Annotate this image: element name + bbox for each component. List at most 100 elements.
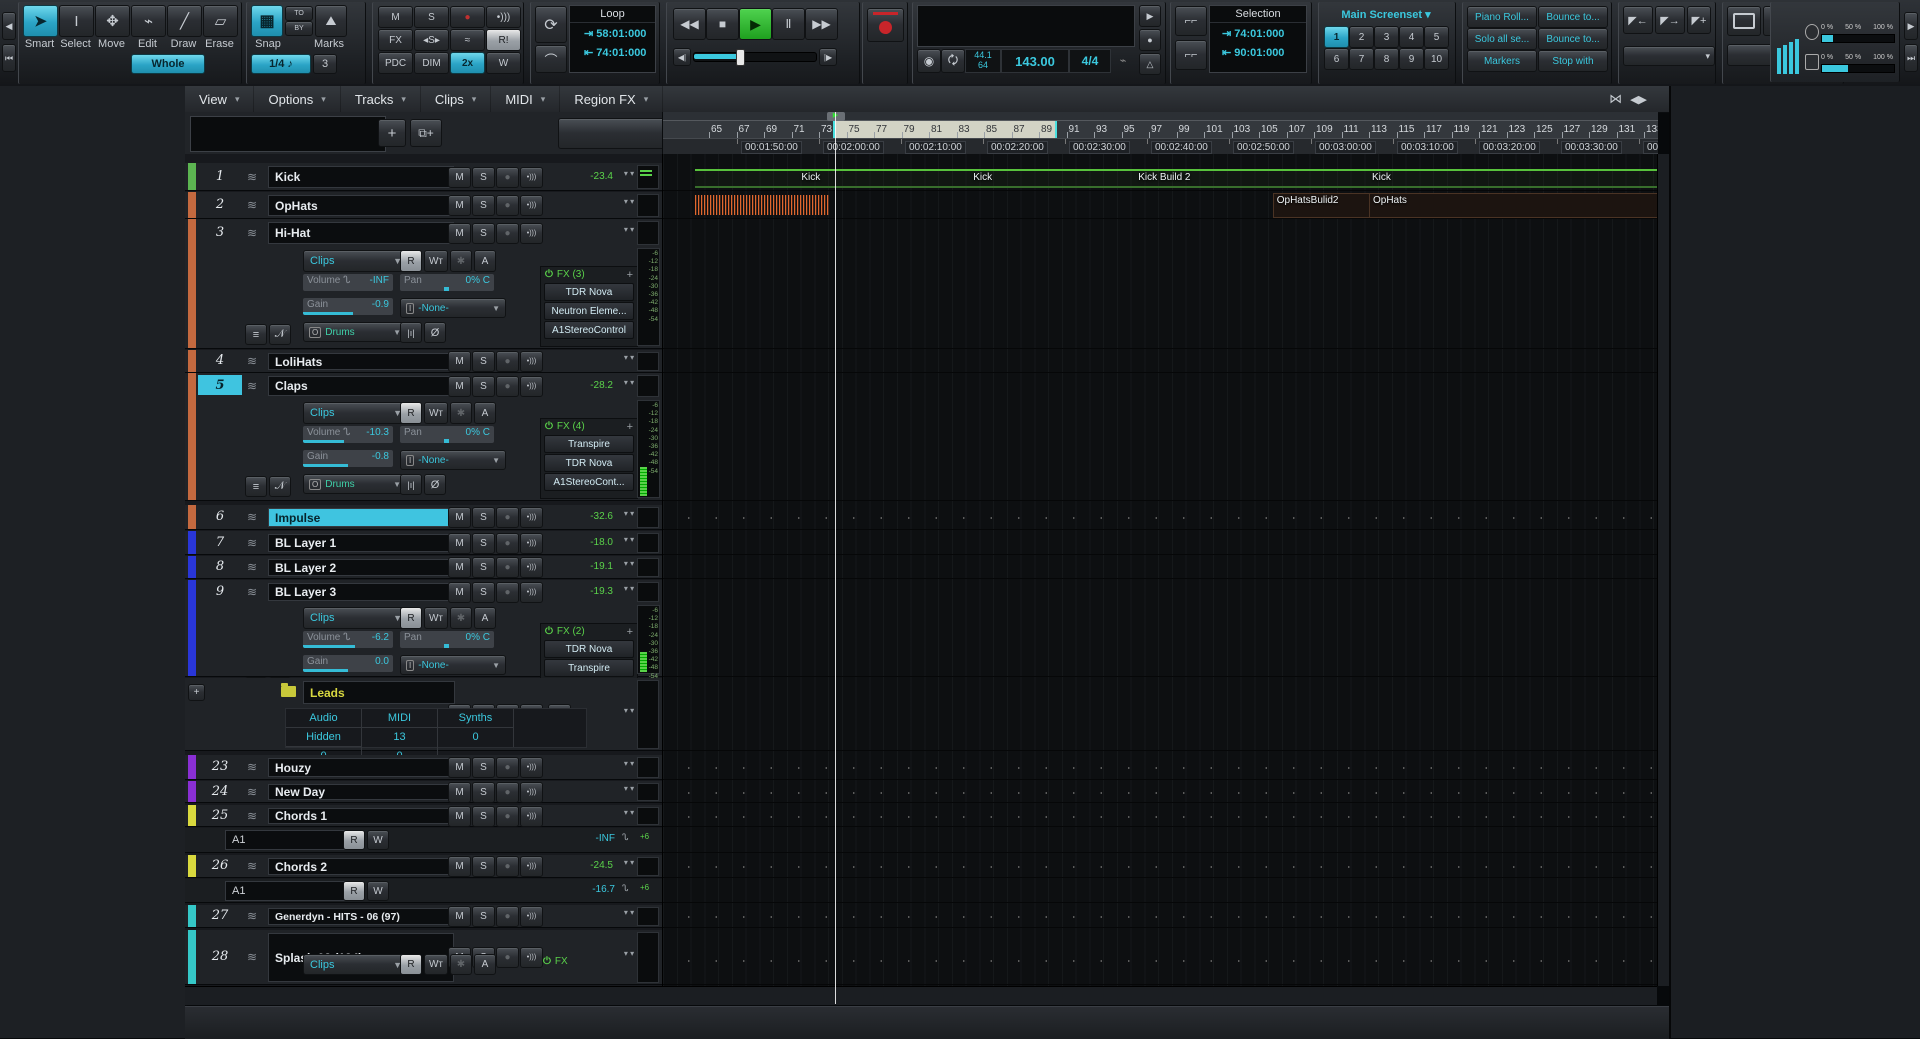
screenset-button-2[interactable]: 2 — [1349, 26, 1374, 48]
screenset-button-9[interactable]: 9 — [1399, 48, 1424, 70]
transport-position-slider[interactable] — [693, 52, 817, 62]
folder-expand-button[interactable]: + — [188, 684, 205, 701]
track-solo-button[interactable]: S — [472, 533, 495, 554]
clips-dropdown[interactable]: Clips▼ — [303, 402, 409, 424]
track-number[interactable]: 1 — [198, 165, 242, 187]
automation-read-button[interactable]: R — [400, 954, 422, 975]
autofade-arrows-icon[interactable]: ◀▶ — [1630, 93, 1647, 106]
track-number[interactable]: 24 — [198, 783, 242, 799]
track-solo-button[interactable]: S — [472, 582, 495, 603]
screenset-button-8[interactable]: 8 — [1374, 48, 1399, 70]
add-track-button[interactable]: + — [378, 119, 406, 147]
track-record-button[interactable]: ● — [496, 557, 519, 578]
ruler-smpte-row[interactable]: 00:01:50:0000:02:00:0000:02:10:0000:02:2… — [663, 138, 1658, 154]
track-record-button[interactable]: ● — [496, 806, 519, 827]
automation-lane-row[interactable]: A1RWᔐ-INF+6 — [185, 828, 662, 853]
fx-add-icon[interactable]: + — [627, 626, 633, 638]
track-name-box[interactable]: Chords 1 — [268, 808, 454, 824]
fx-power-icon[interactable]: ⏻ — [545, 421, 553, 432]
track-record-button[interactable]: ● — [496, 376, 519, 397]
track-name-box[interactable]: Impulse — [268, 508, 454, 527]
track-audition-button[interactable]: •))) — [520, 507, 543, 528]
track-collapse-arrows[interactable]: ▾ ▾ — [622, 950, 636, 957]
playhead-cursor[interactable] — [835, 112, 836, 1004]
waveform-view-button[interactable]: |ı| — [400, 322, 422, 343]
track-mute-button[interactable]: M — [448, 557, 471, 578]
play-marker-icon[interactable]: ▶ — [827, 112, 845, 121]
menu-tracks[interactable]: Tracks▾ — [341, 86, 421, 112]
screenset-button-3[interactable]: 3 — [1374, 26, 1399, 48]
scroll-right-end-icon[interactable]: ⏭ — [1904, 44, 1918, 72]
track-number[interactable]: 4 — [198, 352, 242, 369]
clip-Kick[interactable]: Kick — [970, 169, 1135, 188]
crossfade-icon[interactable]: ⋈ — [1609, 91, 1622, 107]
track-number[interactable]: 26 — [198, 857, 242, 874]
tool-button-edit[interactable]: ⌁ — [131, 5, 166, 37]
tool-button-erase[interactable]: ▱ — [203, 5, 238, 37]
track-audition-button[interactable]: •))) — [520, 195, 543, 216]
track-record-button[interactable]: ● — [496, 856, 519, 877]
menu-view[interactable]: View▾ — [185, 86, 254, 112]
clip-OpHatsBulid2[interactable]: OpHatsBulid2 — [1273, 193, 1371, 218]
track-number[interactable]: 3 — [198, 221, 242, 243]
track-number[interactable]: 6 — [198, 507, 242, 526]
menu-midi[interactable]: MIDI▾ — [491, 86, 560, 112]
track-mute-button[interactable]: M — [448, 533, 471, 554]
fx-power-icon[interactable]: ⏻ — [543, 956, 551, 967]
lane-read-button[interactable]: R — [343, 830, 365, 850]
custom-button-3[interactable]: Bounce to... — [1538, 28, 1608, 50]
fx-add-icon[interactable]: + — [627, 421, 633, 433]
nudge-right-button[interactable]: ◤→ — [1655, 6, 1685, 34]
tool-button-select[interactable]: I — [59, 5, 94, 37]
volume-slider[interactable]: Volume ᔐ-INF — [303, 274, 393, 291]
track-solo-button[interactable]: S — [472, 507, 495, 528]
track-audition-button[interactable]: •))) — [520, 856, 543, 877]
track-mute-button[interactable]: M — [448, 806, 471, 827]
track-number[interactable]: 5 — [198, 375, 242, 395]
track-mute-button[interactable]: M — [448, 507, 471, 528]
track-audition-button[interactable]: •))) — [520, 757, 543, 778]
fx-plugin-button[interactable]: Transpire — [544, 435, 634, 453]
tool-button-draw[interactable]: ╱ — [167, 5, 202, 37]
pan-slider[interactable]: Pan0% C — [400, 426, 494, 443]
fx-plugin-button[interactable]: TDR Nova — [544, 640, 634, 658]
mix-r-button[interactable]: R! — [486, 29, 521, 51]
transport-ffwd-button[interactable]: ▶▶ — [805, 8, 838, 40]
volume-slider[interactable]: Volume ᔐ-6.2 — [303, 631, 393, 648]
mix--button[interactable]: •))) — [486, 6, 521, 28]
fx-plugin-button[interactable]: TDR Nova — [544, 283, 634, 301]
fx-power-icon[interactable]: ⏻ — [545, 626, 553, 637]
lane-name-box[interactable]: A1 — [225, 881, 351, 901]
track-collapse-arrows[interactable]: ▾ ▾ — [622, 536, 636, 543]
automation-read-button[interactable]: R — [400, 607, 422, 629]
clips-dropdown[interactable]: Clips▼ — [303, 250, 409, 272]
track-audition-button[interactable]: •))) — [520, 782, 543, 803]
scroll-right-icon[interactable]: ▶ — [1904, 12, 1918, 40]
track-number[interactable]: 9 — [198, 582, 242, 600]
track-audition-button[interactable]: •))) — [520, 167, 543, 188]
track-collapse-arrows[interactable]: ▾ ▾ — [622, 198, 636, 205]
gain-slider[interactable]: Gain-0.8 — [303, 450, 393, 467]
marker-next-button[interactable]: ⌐⌐ — [1175, 40, 1207, 70]
track-solo-button[interactable]: S — [472, 223, 495, 244]
snap-by-toggle[interactable]: BY — [285, 21, 313, 36]
automation-write-button[interactable]: Wᴛ — [424, 607, 448, 629]
track-number[interactable]: 8 — [198, 558, 242, 575]
loop-start-time[interactable]: ⇥ 58:01:000 — [570, 23, 655, 40]
custom-button-0[interactable]: Piano Roll... — [1467, 6, 1537, 28]
track-name-box[interactable]: OpHats — [268, 195, 454, 216]
screenset-button-10[interactable]: 10 — [1424, 48, 1449, 70]
track-name-box[interactable]: Kick — [268, 166, 454, 188]
track-collapse-arrows[interactable]: ▾ ▾ — [622, 585, 636, 592]
track-solo-button[interactable]: S — [472, 376, 495, 397]
input-dropdown[interactable]: I-None-▼ — [400, 450, 506, 470]
track-collapse-arrows[interactable]: ▾ ▾ — [622, 510, 636, 517]
snap-marks-button[interactable]: ⛰ — [315, 5, 347, 37]
fx-add-icon[interactable]: + — [627, 269, 633, 281]
track-solo-button[interactable]: S — [472, 782, 495, 803]
archive-button[interactable]: A — [474, 402, 496, 424]
menu-region-fx[interactable]: Region FX▾ — [560, 86, 663, 112]
track-record-button[interactable]: ● — [496, 223, 519, 244]
marker-prev-button[interactable]: ⌐⌐ — [1175, 6, 1207, 36]
phase-button[interactable]: Ø — [424, 322, 446, 343]
